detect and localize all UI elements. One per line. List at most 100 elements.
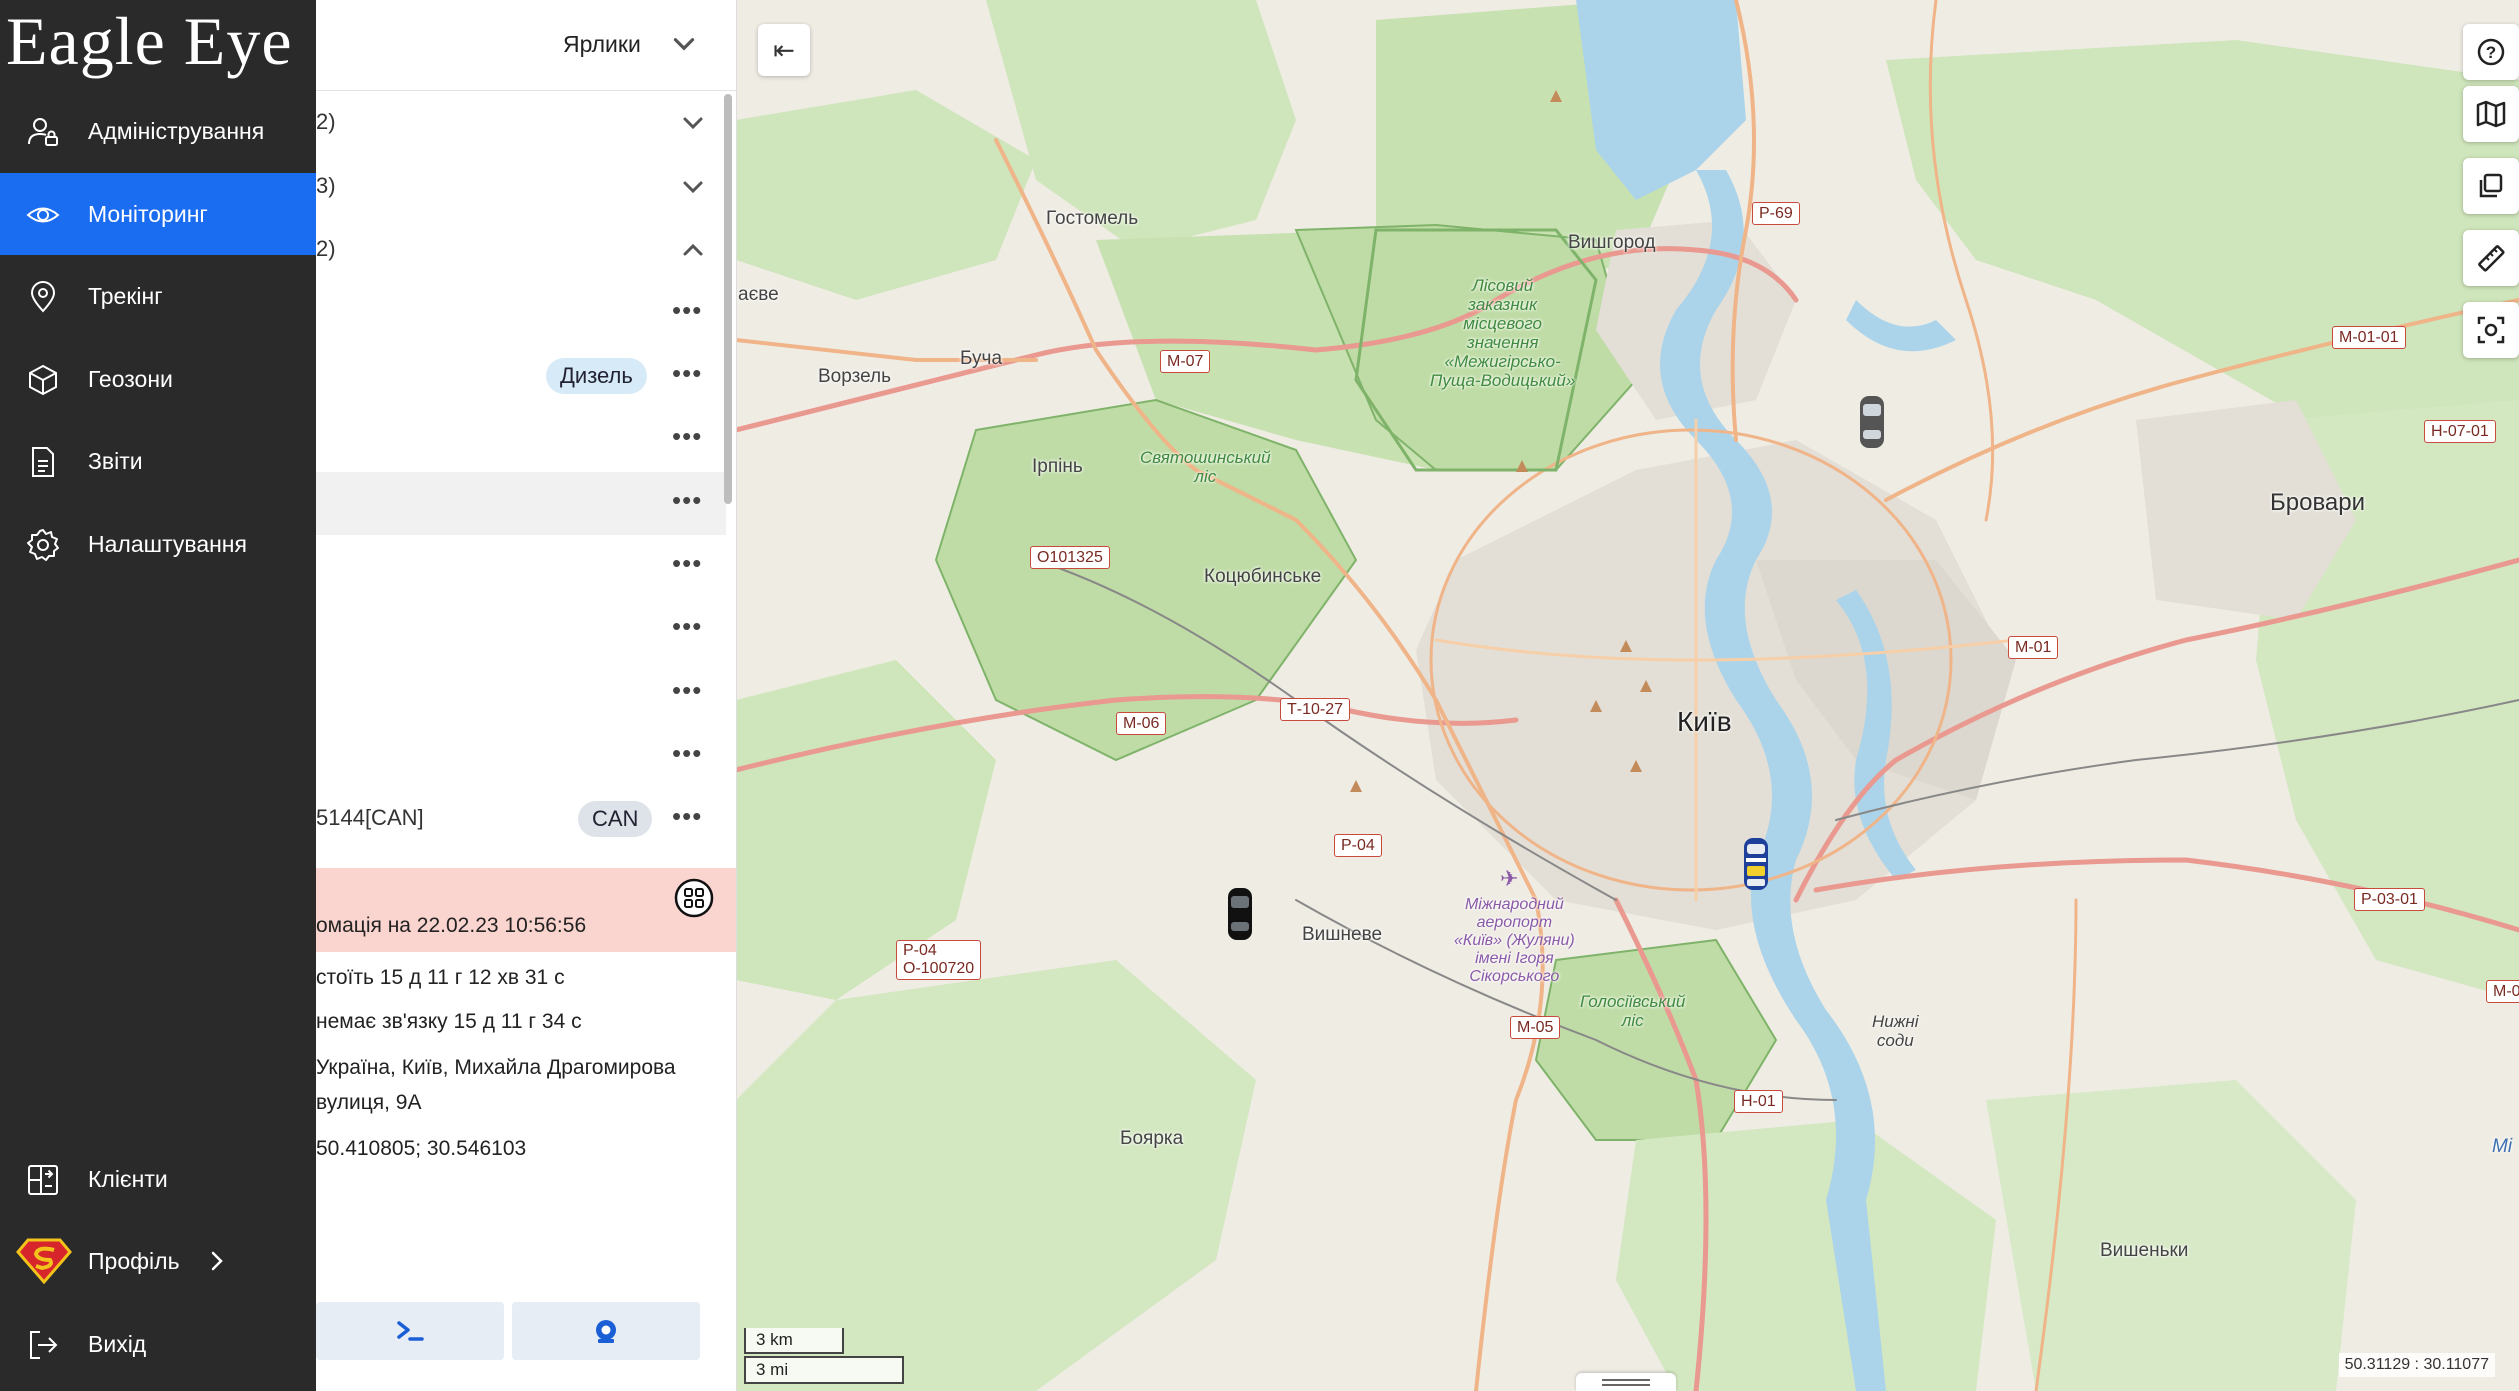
sidebar-item-label: Геозони xyxy=(88,365,173,392)
map-label-kyiv: Київ xyxy=(1677,706,1732,737)
map-tiles xyxy=(736,0,2519,1391)
map-label-bucha: Буча xyxy=(960,348,1003,369)
map-label-irpin: Ірпінь xyxy=(1032,456,1083,477)
object-info-banner: омація на 22.02.23 10:56:56 xyxy=(316,868,736,952)
vehicle-marker-police[interactable] xyxy=(1742,836,1770,892)
map-screenshot-button[interactable] xyxy=(2463,302,2519,358)
more-options-icon[interactable]: ••• xyxy=(672,740,708,769)
panel-header: Ярлики xyxy=(316,0,736,91)
copy-layers-icon xyxy=(2479,173,2503,198)
object-row[interactable]: Дизель ••• xyxy=(316,345,726,408)
gear-icon xyxy=(27,529,59,561)
object-row[interactable]: ••• xyxy=(316,408,726,471)
map-help-button[interactable]: ? xyxy=(2463,24,2519,80)
group-count: 2) xyxy=(316,236,336,261)
screenshot-icon xyxy=(2477,316,2505,344)
object-row[interactable]: ••• xyxy=(316,598,726,661)
sidebar-item-monitoring[interactable]: Моніторинг xyxy=(0,173,316,255)
sidebar-item-label: Трекінг xyxy=(88,282,163,309)
group-row[interactable]: 3) xyxy=(316,156,726,219)
road-shield-t1027: Т-10-27 xyxy=(1280,698,1351,721)
sidebar-item-clients[interactable]: Клієнти xyxy=(0,1138,316,1220)
object-row[interactable]: ••• xyxy=(316,725,726,788)
map-layers-button[interactable] xyxy=(2463,86,2519,142)
terminal-icon xyxy=(397,1321,424,1341)
more-options-icon[interactable]: ••• xyxy=(672,487,708,516)
road-shield-m05: М-05 xyxy=(1510,1016,1561,1039)
info-coordinates: 50.410805; 30.546103 xyxy=(316,1137,527,1160)
object-row[interactable]: ••• xyxy=(316,535,726,598)
sidebar-item-profile[interactable]: Профіль xyxy=(0,1220,316,1302)
panel-scrollbar[interactable] xyxy=(724,94,732,504)
geozone-icon xyxy=(29,364,57,396)
more-options-icon[interactable]: ••• xyxy=(672,423,708,452)
group-count: 3) xyxy=(316,173,336,198)
ruler-icon xyxy=(2478,245,2505,272)
chevron-down-icon[interactable] xyxy=(678,172,708,202)
map-label-vyshenky: Вишеньки xyxy=(2100,1240,2189,1261)
sidebar-item-label: Профіль xyxy=(88,1247,180,1274)
sidebar-item-logout[interactable]: Вихід xyxy=(0,1303,316,1385)
chevron-up-icon[interactable] xyxy=(678,235,708,265)
map-label-hostomel: Гостомель xyxy=(1046,208,1139,229)
group-count: 2) xyxy=(316,109,336,134)
sidebar-item-label: Клієнти xyxy=(88,1165,168,1192)
objects-panel: Ярлики 2) 3) 2) ••• Дизель ••• ••• ••• •… xyxy=(316,0,737,1391)
more-options-icon[interactable]: ••• xyxy=(672,677,708,706)
shortcuts-dropdown-label[interactable]: Ярлики xyxy=(563,31,641,58)
road-shield-o101325: О101325 xyxy=(1030,546,1110,569)
airport-icon: ✈ xyxy=(1500,866,1519,891)
more-options-icon[interactable]: ••• xyxy=(672,550,708,579)
collapse-left-icon: ⇤ xyxy=(773,34,795,65)
map-pin-icon xyxy=(30,281,56,313)
chevron-right-icon[interactable] xyxy=(206,1249,228,1273)
sidebar-item-tracking[interactable]: Трекінг xyxy=(0,255,316,337)
more-options-icon[interactable]: ••• xyxy=(672,360,708,389)
app-logo: Eagle Eye xyxy=(6,3,293,79)
info-address-line1: Україна, Київ, Михайла Драгомирова xyxy=(316,1056,676,1079)
vehicle-marker-gray[interactable] xyxy=(1858,394,1886,450)
map-ruler-button[interactable] xyxy=(2463,230,2519,286)
map-label-vyshneve: Вишневе xyxy=(1302,924,1383,945)
can-badge: CAN xyxy=(578,801,653,837)
road-shield-h0701: Н-07-01 xyxy=(2424,420,2496,443)
map-label-holosiivskyi-forest: Голосіївський ліс xyxy=(1580,992,1686,1030)
object-row[interactable]: ••• xyxy=(316,662,726,725)
scale-mi: 3 mi xyxy=(744,1356,904,1384)
scale-km: 3 km xyxy=(744,1328,844,1354)
more-options-icon[interactable]: ••• xyxy=(672,613,708,642)
group-row[interactable]: 2) xyxy=(316,92,726,155)
chevron-down-icon[interactable] xyxy=(678,108,708,138)
object-row-highlighted[interactable]: ••• xyxy=(316,472,726,535)
bottom-drawer-handle[interactable] xyxy=(1576,1373,1676,1391)
sidebar-item-label: Налаштування xyxy=(88,530,247,557)
info-stands-duration: стоїть 15 д 11 г 12 хв 31 с xyxy=(316,966,565,989)
sidebar-item-geozones[interactable]: Геозони xyxy=(0,338,316,420)
sidebar-item-administration[interactable]: Адміністрування xyxy=(0,90,316,172)
more-options-icon[interactable]: ••• xyxy=(672,803,708,832)
terminal-button[interactable] xyxy=(316,1302,504,1360)
clients-icon xyxy=(28,1165,58,1195)
sidebar-item-reports[interactable]: Звіти xyxy=(0,420,316,502)
sidebar-item-settings[interactable]: Налаштування xyxy=(0,503,316,585)
collapse-panel-button[interactable]: ⇤ xyxy=(758,24,810,76)
chevron-down-icon[interactable] xyxy=(668,28,700,60)
map-copy-button[interactable] xyxy=(2463,158,2519,214)
map-view[interactable]: Київ Бровари Вишгород Гостомель Буча Вор… xyxy=(736,0,2519,1391)
object-name: 5144[CAN] xyxy=(316,805,424,830)
road-shield-m0101: М-01-01 xyxy=(2332,326,2406,349)
info-address-line2: вулиця, 9А xyxy=(316,1091,422,1114)
object-row[interactable]: ••• xyxy=(316,282,726,345)
map-label-airport: Міжнародний аеропорт «Київ» (Жуляни) іме… xyxy=(1454,896,1575,985)
app-root: Київ Бровари Вишгород Гостомель Буча Вор… xyxy=(0,0,2519,1391)
map-label-forest-reserve: Лісовий заказник місцевого значення «Меж… xyxy=(1430,276,1576,390)
group-row-expanded[interactable]: 2) xyxy=(316,219,726,282)
map-label-vyshhorod: Вишгород xyxy=(1568,232,1656,253)
locate-button[interactable] xyxy=(512,1302,700,1360)
road-shield-m0-edge: М-0 xyxy=(2486,980,2519,1003)
vehicle-marker-black[interactable] xyxy=(1226,886,1254,942)
object-row-can[interactable]: 5144[CAN] CAN ••• xyxy=(316,788,726,851)
sidebar-item-label: Звіти xyxy=(88,447,143,474)
widgets-grid-icon[interactable] xyxy=(674,878,714,918)
more-options-icon[interactable]: ••• xyxy=(672,297,708,326)
